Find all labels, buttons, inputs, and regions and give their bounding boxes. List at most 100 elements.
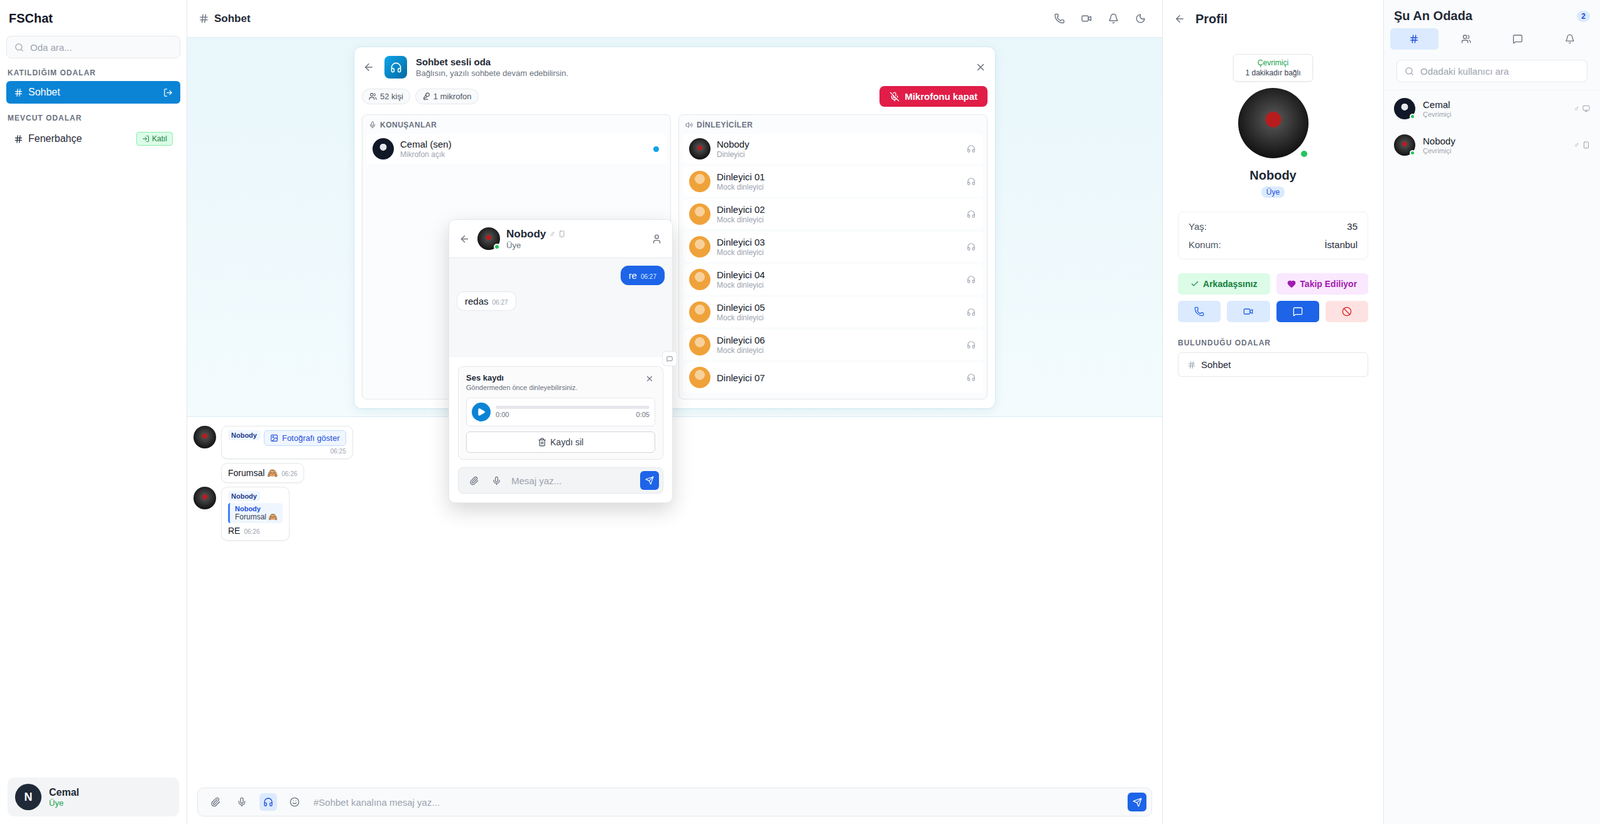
listener-row[interactable]: Dinleyici 01Mock dinleyici: [682, 166, 984, 197]
mic-icon: [368, 121, 377, 129]
dm-input[interactable]: [510, 474, 636, 487]
video-button[interactable]: [1226, 300, 1270, 323]
dm-window[interactable]: Nobody♂Üyere06:27redas06:27Ses kaydıGönd…: [448, 219, 673, 504]
voice-room-button[interactable]: [259, 793, 278, 811]
show-photo-button[interactable]: Fotoğrafı göster: [263, 430, 347, 447]
voice-record-button[interactable]: [233, 793, 251, 811]
headphones-icon: [966, 340, 976, 350]
mic-button[interactable]: [487, 471, 506, 490]
notifications-button[interactable]: [1106, 11, 1121, 26]
attach-button[interactable]: [464, 471, 483, 490]
sidebar: FSChatKATILDIĞIM ODALARSohbetMEVCUT ODAL…: [0, 0, 188, 824]
listener-avatar: [689, 366, 711, 389]
sidebar-room[interactable]: Sohbet: [6, 81, 181, 104]
join-button[interactable]: Katıl: [136, 131, 173, 146]
voice-chip: 1 mikrofon: [415, 88, 479, 105]
dm-send-button[interactable]: [640, 471, 659, 490]
gender-mark: ♂: [1573, 140, 1580, 150]
listener-row[interactable]: Dinleyici 05Mock dinleyici: [682, 297, 984, 328]
block-button[interactable]: [1325, 300, 1369, 323]
listener-avatar: [689, 203, 711, 225]
emoji-button[interactable]: [285, 793, 304, 811]
chat-toggle-button[interactable]: [662, 351, 678, 367]
arrow-left-icon: [1174, 13, 1186, 25]
listener-row[interactable]: Dinleyici 02Mock dinleyici: [682, 199, 984, 230]
send-button[interactable]: [1127, 792, 1147, 812]
room-user[interactable]: NobodyÇevrimiçi♂: [1383, 126, 1600, 164]
profile-panel: ProfilÇevrimiçi1 dakikadır bağlıNobodyÜy…: [1162, 0, 1384, 824]
messages-icon: [1512, 33, 1523, 44]
user-search[interactable]: [1396, 59, 1588, 83]
mute-mic-button[interactable]: Mikrofonu kapat: [879, 86, 988, 107]
listener-row[interactable]: Dinleyici 04Mock dinleyici: [682, 264, 984, 295]
play-button[interactable]: [471, 402, 491, 422]
section-label: KATILDIĞIM ODALAR: [0, 58, 187, 82]
message-row: Forumsal 🙈06:26: [193, 462, 1156, 484]
video-button[interactable]: [1079, 11, 1094, 26]
close-button[interactable]: [973, 60, 988, 75]
speaker-row[interactable]: Cemal (sen)Mikrofon açık: [366, 133, 667, 164]
leave-icon[interactable]: [163, 87, 173, 98]
listener-avatar: [689, 268, 711, 291]
headphones-icon: [263, 797, 274, 808]
follow-button[interactable]: Takip Ediliyor: [1276, 273, 1369, 295]
author-avatar[interactable]: [193, 486, 217, 510]
dm-back-button[interactable]: [457, 232, 472, 246]
hash-icon: [198, 13, 210, 24]
author-avatar[interactable]: [193, 425, 217, 449]
user-search-input[interactable]: [1419, 65, 1580, 78]
current-user[interactable]: NCemalÜye: [7, 777, 180, 817]
message-input[interactable]: [312, 796, 1119, 809]
theme-button[interactable]: [1133, 11, 1148, 26]
listener-row[interactable]: Dinleyici 03Mock dinleyici: [682, 231, 984, 262]
paperclip-icon: [210, 797, 221, 808]
listener-row[interactable]: Dinleyici 07: [682, 362, 984, 393]
call-button[interactable]: [1052, 11, 1067, 26]
sidebar-room[interactable]: FenerbahçeKatıl: [6, 126, 181, 152]
rooms-label: BULUNDUĞU ODALAR: [1177, 338, 1369, 348]
reply-quote[interactable]: NobodyForumsal 🙈: [228, 503, 283, 524]
search-icon: [1404, 66, 1415, 77]
users-tab[interactable]: [1442, 28, 1491, 50]
room-search-input[interactable]: [28, 41, 173, 54]
phone-icon: [1194, 306, 1205, 317]
audio-track[interactable]: [495, 405, 650, 409]
friend-button[interactable]: Arkadaşsınız: [1177, 273, 1271, 295]
messages-tab[interactable]: [1493, 28, 1543, 50]
user-icon: [651, 233, 663, 245]
recording-close-button[interactable]: [643, 373, 656, 385]
back-button[interactable]: [361, 60, 376, 75]
notifications-tab[interactable]: [1545, 28, 1595, 50]
speaker-avatar: [372, 138, 394, 160]
status-card: Çevrimiçi1 dakikadır bağlı: [1233, 54, 1313, 82]
send-icon: [645, 476, 654, 485]
room-search[interactable]: [6, 35, 181, 59]
attach-button[interactable]: [206, 793, 225, 811]
desktop-icon: [1582, 104, 1590, 113]
headphones-icon: [966, 373, 976, 382]
room-user[interactable]: CemalÇevrimiçi♂: [1383, 90, 1600, 127]
heart-icon: [1287, 279, 1296, 289]
room-tabs: [1383, 28, 1600, 50]
phone-icon: [1054, 13, 1065, 24]
message-row: NobodyNobodyForumsal 🙈RE06:26: [193, 486, 1156, 541]
message-button[interactable]: [1276, 300, 1320, 323]
mic-icon: [236, 797, 247, 808]
room-users-panel: Şu An Odada2CemalÇevrimiçi♂NobodyÇevrimi…: [1383, 0, 1600, 824]
users-icon: [1461, 33, 1472, 44]
bell-icon: [1108, 13, 1119, 24]
profile-back-button[interactable]: [1172, 11, 1187, 26]
dm-profile-button[interactable]: [650, 232, 664, 246]
delete-recording-button[interactable]: Kaydı sil: [466, 431, 656, 453]
rooms-tab[interactable]: [1390, 28, 1439, 50]
listener-row[interactable]: NobodyDinleyici: [682, 133, 984, 164]
profile-room[interactable]: Sohbet: [1177, 352, 1369, 377]
phone-button[interactable]: [1177, 300, 1221, 323]
listeners-column: DİNLEYİCİLERNobodyDinleyiciDinleyici 01M…: [678, 114, 988, 400]
listener-row[interactable]: Dinleyici 06Mock dinleyici: [682, 329, 984, 360]
voice-subtitle: Bağlısın, yazılı sohbete devam edebilirs…: [415, 68, 965, 78]
headphones-icon: [966, 275, 976, 284]
dm-avatar: [477, 227, 501, 251]
moon-icon: [1135, 13, 1146, 24]
trash-icon: [537, 437, 547, 447]
